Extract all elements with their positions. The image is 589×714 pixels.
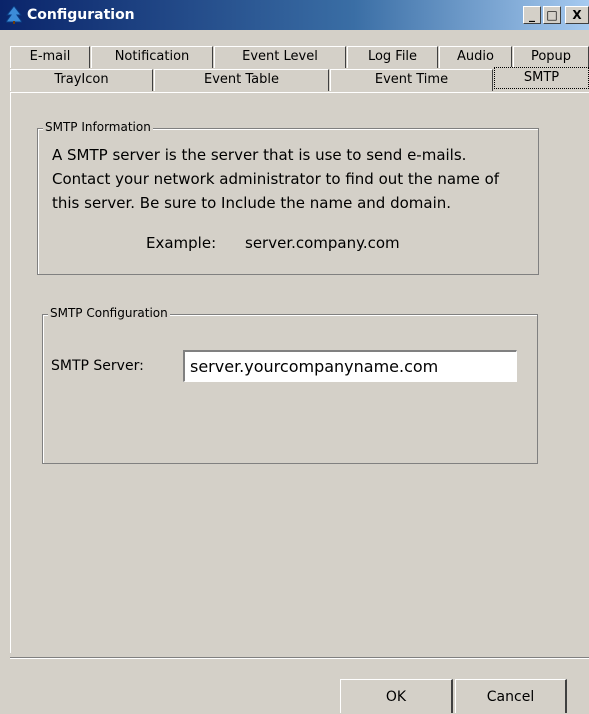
tab-event-level[interactable]: Event Level xyxy=(214,46,346,68)
tab-log-file[interactable]: Log File xyxy=(347,46,438,68)
info-line-3: this server. Be sure to Include the name… xyxy=(52,194,452,212)
ok-button[interactable]: OK xyxy=(340,679,453,713)
tab-audio[interactable]: Audio xyxy=(439,46,512,68)
tab-notification[interactable]: Notification xyxy=(91,46,213,68)
bottom-separator xyxy=(10,657,589,659)
smtp-information-legend: SMTP Information xyxy=(43,120,153,134)
info-line-1: A SMTP server is the server that is use … xyxy=(52,146,467,164)
smtp-configuration-legend: SMTP Configuration xyxy=(48,306,170,320)
tab-event-table[interactable]: Event Table xyxy=(154,69,329,91)
cancel-button[interactable]: Cancel xyxy=(455,679,567,713)
close-button[interactable]: X xyxy=(565,6,589,24)
window-title: Configuration xyxy=(27,7,135,23)
tab-trayicon[interactable]: TrayIcon xyxy=(10,69,153,91)
app-tree-icon xyxy=(6,6,22,24)
tab-popup[interactable]: Popup xyxy=(513,46,589,68)
smtp-server-input[interactable] xyxy=(183,350,517,382)
minimize-button[interactable]: _ xyxy=(523,6,541,24)
smtp-information-group: SMTP Information A SMTP server is the se… xyxy=(37,120,539,275)
smtp-server-label: SMTP Server: xyxy=(51,358,144,374)
tab-event-time[interactable]: Event Time xyxy=(330,69,493,91)
tab-smtp[interactable]: SMTP xyxy=(494,67,589,89)
example-label: Example: xyxy=(146,234,217,252)
title-bar[interactable]: Configuration _ □ X xyxy=(0,0,589,30)
tab-email[interactable]: E-mail xyxy=(10,46,90,68)
example-value: server.company.com xyxy=(245,234,400,252)
maximize-button[interactable]: □ xyxy=(543,6,561,24)
info-line-2: Contact your network administrator to fi… xyxy=(52,170,500,188)
smtp-configuration-group: SMTP Configuration xyxy=(42,306,538,464)
